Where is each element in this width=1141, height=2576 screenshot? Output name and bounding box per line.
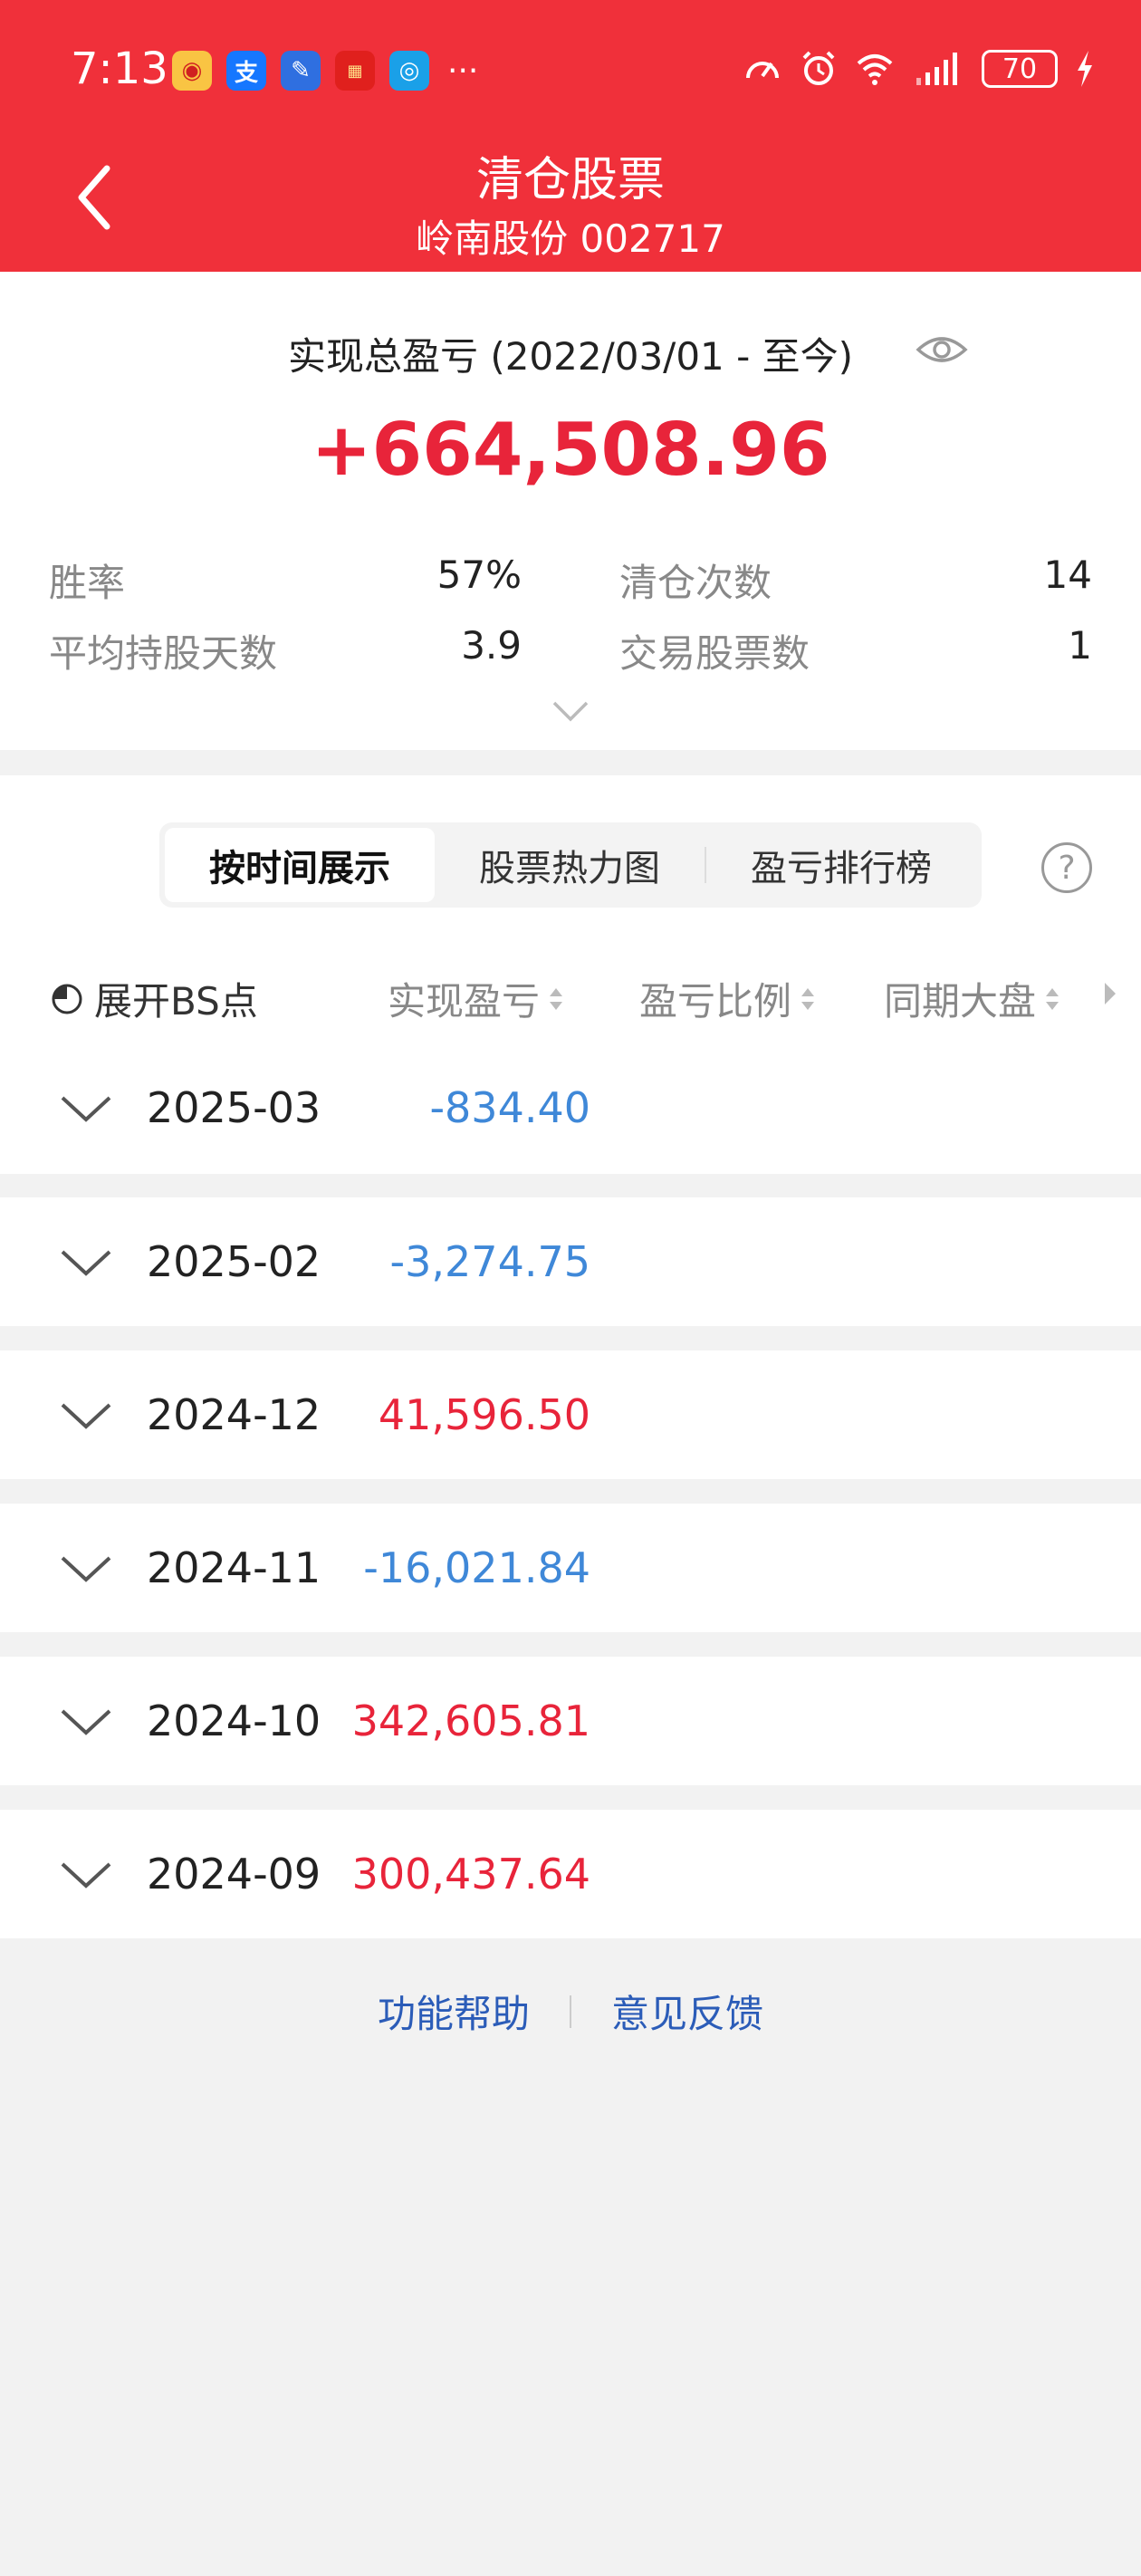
sort-icon bbox=[1046, 987, 1060, 1010]
battery-indicator: 70 bbox=[982, 50, 1058, 88]
page-title: 清仓股票 bbox=[475, 153, 665, 207]
status-bar: 7:13 ◉ 支 ✎ ▦ ◎ ··· 70 bbox=[0, 36, 1141, 109]
expand-row-chevron-icon[interactable] bbox=[60, 1554, 112, 1583]
column-header: 展开BS点 实现盈亏 盈亏比例 同期大盘 bbox=[45, 955, 1141, 1045]
row-month: 2024-09 bbox=[147, 1850, 321, 1898]
charging-icon bbox=[1078, 51, 1092, 87]
realized-pl-label: 实现总盈亏 (2022/03/01 - 至今) bbox=[287, 334, 854, 379]
status-time: 7:13 bbox=[71, 43, 168, 94]
sort-icon bbox=[550, 987, 563, 1010]
month-row[interactable]: 2024-10 342,605.81 bbox=[0, 1657, 1141, 1785]
realized-pl-column-label: 实现盈亏 bbox=[388, 979, 541, 1024]
row-realized-pl: -16,021.84 bbox=[363, 1543, 590, 1592]
wifi-icon bbox=[857, 54, 893, 85]
help-link[interactable]: 功能帮助 bbox=[378, 1984, 530, 2039]
pie-chart-icon bbox=[52, 984, 82, 1014]
avg-hold-days-value: 3.9 bbox=[461, 623, 522, 668]
scroll-right-arrow-icon[interactable] bbox=[1101, 980, 1119, 1007]
view-tabs: 按时间展示 股票热力图 盈亏排行榜 bbox=[159, 822, 982, 908]
blue-app-icon: ◎ bbox=[389, 51, 429, 91]
expand-row-chevron-icon[interactable] bbox=[60, 1248, 112, 1277]
row-month: 2024-10 bbox=[147, 1697, 321, 1745]
alipay-icon: 支 bbox=[226, 51, 266, 91]
expand-row-chevron-icon[interactable] bbox=[60, 1707, 112, 1736]
bs-points-label: 展开BS点 bbox=[94, 979, 258, 1024]
row-realized-pl: 41,596.50 bbox=[378, 1390, 590, 1439]
eye-icon[interactable] bbox=[915, 330, 969, 370]
ratio-column[interactable]: 盈亏比例 bbox=[639, 971, 817, 1026]
help-icon[interactable]: ? bbox=[1041, 842, 1092, 893]
weibo-icon: ◉ bbox=[172, 51, 212, 91]
footer-links: 功能帮助 意见反馈 bbox=[0, 1984, 1141, 2039]
realized-pl-total: +664,508.96 bbox=[311, 408, 830, 492]
win-rate-value: 57% bbox=[436, 553, 522, 597]
row-realized-pl: 300,437.64 bbox=[351, 1850, 590, 1898]
tab-heatmap[interactable]: 股票热力图 bbox=[435, 828, 705, 902]
stock-subtitle: 岭南股份 002717 bbox=[416, 216, 725, 261]
bird-app-icon: ✎ bbox=[281, 51, 321, 91]
feedback-link[interactable]: 意见反馈 bbox=[611, 1984, 763, 2039]
month-row[interactable]: 2025-02 -3,274.75 bbox=[0, 1197, 1141, 1326]
stocks-traded-label: 交易股票数 bbox=[619, 631, 810, 676]
win-rate-label: 胜率 bbox=[49, 561, 126, 605]
market-column[interactable]: 同期大盘 bbox=[884, 971, 1061, 1026]
row-realized-pl: -834.40 bbox=[429, 1083, 590, 1132]
battery-level: 70 bbox=[1002, 53, 1038, 85]
tab-ranking[interactable]: 盈亏排行榜 bbox=[706, 828, 976, 902]
row-month: 2024-12 bbox=[147, 1390, 321, 1439]
notification-icons: ◉ 支 ✎ ▦ ◎ ··· bbox=[172, 51, 478, 91]
row-month: 2025-02 bbox=[147, 1237, 321, 1286]
more-notifications-icon: ··· bbox=[447, 52, 479, 90]
month-row[interactable]: 2025-03 -834.40 bbox=[0, 1043, 1141, 1174]
clear-count-value: 14 bbox=[1043, 553, 1092, 597]
realized-pl-column[interactable]: 实现盈亏 bbox=[388, 971, 565, 1026]
top-header: 7:13 ◉ 支 ✎ ▦ ◎ ··· 70 清仓股票 岭南股份 002717 bbox=[0, 0, 1141, 272]
expand-row-chevron-icon[interactable] bbox=[60, 1860, 112, 1889]
row-realized-pl: -3,274.75 bbox=[389, 1237, 590, 1286]
month-row[interactable]: 2024-11 -16,021.84 bbox=[0, 1504, 1141, 1632]
speedometer-icon bbox=[746, 62, 779, 79]
footer-divider bbox=[570, 1994, 571, 2028]
alarm-icon bbox=[802, 51, 835, 85]
ratio-column-label: 盈亏比例 bbox=[639, 979, 792, 1024]
summary-card: 实现总盈亏 (2022/03/01 - 至今) +664,508.96 胜率 5… bbox=[0, 272, 1141, 750]
month-row[interactable]: 2024-12 41,596.50 bbox=[0, 1350, 1141, 1479]
expand-row-chevron-icon[interactable] bbox=[60, 1094, 112, 1123]
bs-points-toggle[interactable]: 展开BS点 bbox=[51, 971, 258, 1026]
sort-icon bbox=[801, 987, 815, 1010]
red-app-icon: ▦ bbox=[335, 51, 375, 91]
avg-hold-days-label: 平均持股天数 bbox=[49, 631, 278, 676]
signal-icon bbox=[916, 53, 957, 85]
expand-row-chevron-icon[interactable] bbox=[60, 1401, 112, 1430]
market-column-label: 同期大盘 bbox=[884, 979, 1037, 1024]
system-icons: 70 bbox=[743, 49, 1096, 89]
clear-count-label: 清仓次数 bbox=[619, 561, 772, 605]
row-realized-pl: 342,605.81 bbox=[351, 1697, 590, 1745]
expand-summary-chevron-icon[interactable] bbox=[551, 697, 590, 725]
row-month: 2024-11 bbox=[147, 1543, 321, 1592]
month-row[interactable]: 2024-09 300,437.64 bbox=[0, 1810, 1141, 1938]
stocks-traded-value: 1 bbox=[1068, 623, 1092, 668]
row-month: 2025-03 bbox=[147, 1083, 321, 1132]
tab-by-time[interactable]: 按时间展示 bbox=[165, 828, 435, 902]
